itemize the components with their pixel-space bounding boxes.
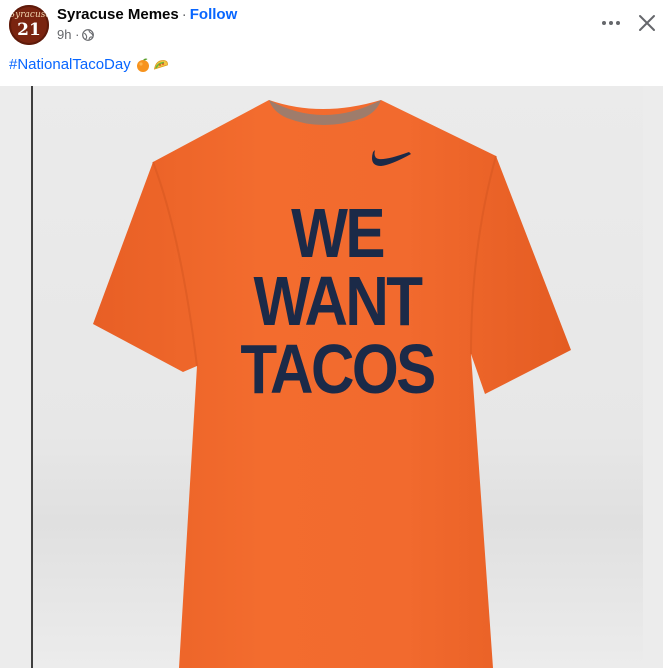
page-name-link[interactable]: Syracuse Memes	[57, 6, 179, 23]
more-horizontal-icon	[602, 21, 606, 25]
post-photo[interactable]: WE WANT TACOS	[31, 86, 643, 668]
orange-emoji	[136, 58, 149, 72]
shirt-text-line-1: WE	[291, 194, 385, 272]
hashtag-link[interactable]: #NationalTacoDay	[9, 56, 131, 74]
post-caption: #NationalTacoDay	[9, 56, 169, 74]
post-timestamp[interactable]: 9h ·	[57, 27, 79, 43]
shirt-text-line-2: WANT	[253, 262, 423, 340]
post-meta: 9h ·	[57, 27, 95, 43]
page-avatar[interactable]: Syracuse 21	[9, 5, 49, 45]
taco-emoji	[153, 60, 168, 70]
more-options-button[interactable]	[596, 9, 626, 37]
post-media[interactable]: WE WANT TACOS	[0, 86, 663, 668]
post-title-line: Syracuse Memes · Follow	[57, 6, 237, 24]
globe-icon	[82, 29, 95, 41]
post-header: Syracuse 21 Syracuse Memes · Follow 9h ·	[0, 0, 663, 50]
close-icon[interactable]	[634, 9, 660, 37]
avatar-number: 21	[17, 20, 41, 40]
shirt-text-line-3: TACOS	[240, 330, 436, 408]
follow-button[interactable]: Follow	[190, 6, 238, 23]
avatar-script-text: Syracuse	[9, 10, 49, 20]
title-separator: ·	[181, 6, 187, 23]
